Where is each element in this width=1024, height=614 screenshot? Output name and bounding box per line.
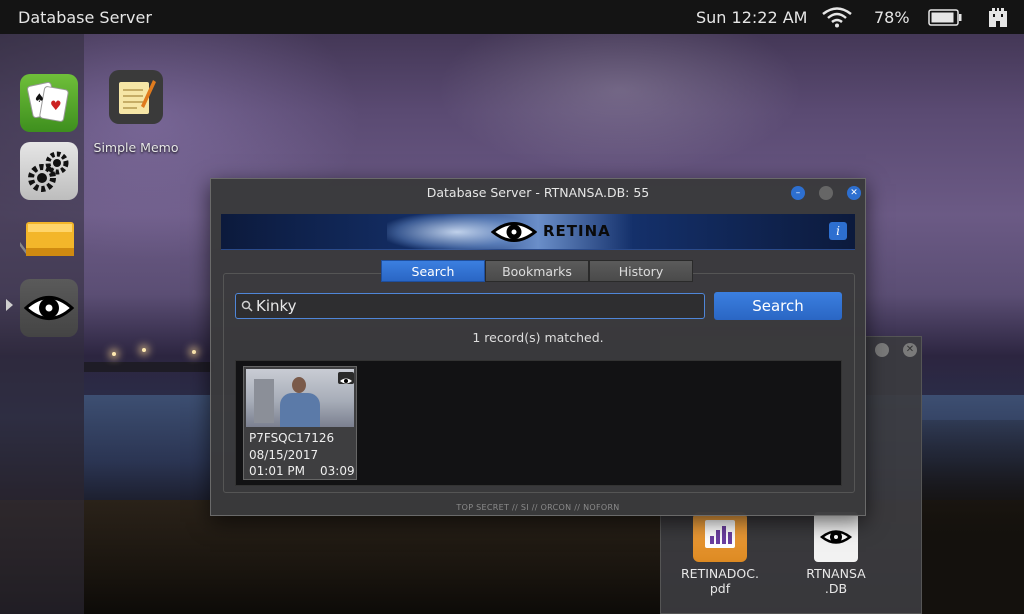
- video-thumbnail[interactable]: [246, 369, 354, 427]
- thumbnail-person: [280, 393, 320, 427]
- retina-brand: RETINA: [543, 222, 611, 240]
- active-app-indicator: [6, 299, 13, 311]
- active-app-title: Database Server: [18, 8, 152, 27]
- result-card[interactable]: P7FSQC17126 08/15/2017 01:01 PM 03:09: [243, 366, 357, 480]
- classification-banner: TOP SECRET // SI // ORCON // NOFORN: [456, 503, 620, 512]
- file-name-line: RTNANSA: [806, 566, 866, 581]
- retina-banner: RETINA i: [221, 214, 855, 250]
- tab-history[interactable]: History: [589, 260, 693, 282]
- close-button[interactable]: ✕: [847, 186, 861, 200]
- dock-settings[interactable]: [20, 142, 78, 200]
- desktop-icon-simple-memo[interactable]: Simple Memo: [90, 70, 182, 155]
- results-area: P7FSQC17126 08/15/2017 01:01 PM 03:09: [235, 360, 842, 486]
- search-button[interactable]: Search: [714, 292, 842, 320]
- top-bar: Database Server Sun 12:22 AM 78%: [0, 0, 1024, 34]
- pdf-chart-icon: [693, 512, 747, 562]
- db-eye-icon: [814, 512, 858, 562]
- bridge-light: [112, 352, 116, 356]
- database-server-window: Database Server - RTNANSA.DB: 55 – ✕ RET…: [210, 178, 866, 516]
- search-icon: [241, 300, 253, 312]
- tab-bookmarks[interactable]: Bookmarks: [485, 260, 589, 282]
- search-input[interactable]: Kinky: [235, 293, 705, 319]
- svg-text:♥: ♥: [50, 99, 62, 114]
- tab-search[interactable]: Search: [381, 260, 485, 282]
- bridge-light: [192, 350, 196, 354]
- dock: ♠ ♥: [0, 34, 84, 614]
- view-button[interactable]: [338, 372, 354, 384]
- background-window-close-button[interactable]: ✕: [903, 343, 917, 357]
- svg-text:♠: ♠: [34, 91, 45, 105]
- window-title: Database Server - RTNANSA.DB: 55: [426, 185, 650, 200]
- foliage-background: [920, 420, 1024, 614]
- gears-icon: [28, 151, 69, 192]
- record-date: 08/15/2017: [249, 448, 319, 462]
- castle-icon[interactable]: [986, 5, 1010, 29]
- record-time: 01:01 PM: [249, 464, 305, 478]
- playing-cards-icon: ♠ ♥: [26, 81, 69, 122]
- battery-icon[interactable]: [928, 9, 962, 26]
- battery-percentage: 78%: [874, 8, 910, 27]
- maximize-button[interactable]: [819, 186, 833, 200]
- dock-solitaire[interactable]: ♠ ♥: [20, 74, 78, 132]
- record-duration: 03:09: [320, 464, 355, 478]
- wifi-icon[interactable]: [820, 6, 854, 28]
- bridge-light: [142, 348, 146, 352]
- dock-retina[interactable]: [20, 279, 78, 337]
- record-id: P7FSQC17126: [249, 431, 335, 445]
- retina-eye-icon: [491, 222, 537, 242]
- memo-icon: [109, 70, 163, 124]
- dock-drive[interactable]: [20, 212, 78, 270]
- match-count: 1 record(s) matched.: [472, 330, 604, 345]
- file-retinadoc-pdf[interactable]: RETINADOC. pdf: [670, 512, 770, 596]
- file-name-line: RETINADOC.: [681, 566, 759, 581]
- bridge-background: [84, 362, 214, 372]
- file-name-line: pdf: [709, 581, 731, 596]
- info-button[interactable]: i: [829, 222, 847, 240]
- file-rtnansa-db[interactable]: RTNANSA .DB: [786, 512, 886, 596]
- thumbnail-background: [254, 379, 274, 423]
- eye-icon: [23, 296, 75, 320]
- hard-drive-icon: [20, 222, 74, 256]
- clock[interactable]: Sun 12:22 AM: [696, 8, 807, 27]
- memo-label: Simple Memo: [93, 140, 179, 155]
- file-name-line: .DB: [824, 581, 848, 596]
- close-icon: ✕: [850, 188, 858, 198]
- minimize-icon: –: [795, 188, 801, 198]
- minimize-button[interactable]: –: [791, 186, 805, 200]
- thumbnail-person: [292, 377, 306, 393]
- tab-bar: Search Bookmarks History: [381, 260, 693, 282]
- background-window-maximize-button[interactable]: [875, 343, 889, 357]
- eye-icon: [340, 378, 352, 384]
